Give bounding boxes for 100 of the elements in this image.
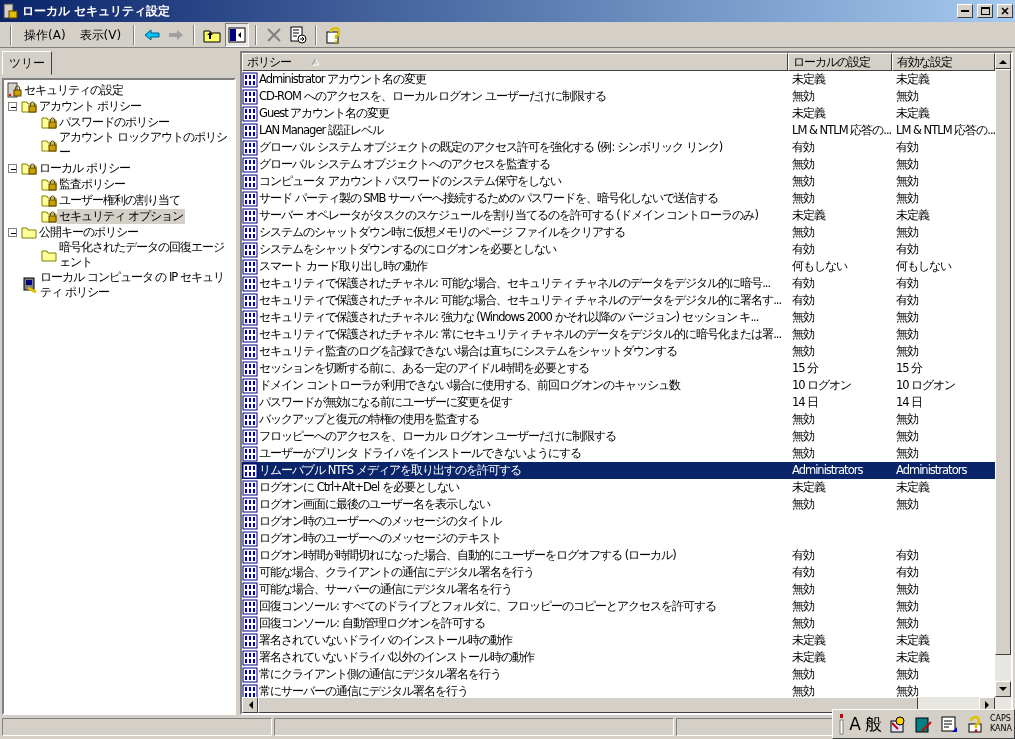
table-row[interactable]: 署名されていないドライバ以外のインストール時の動作 未定義 未定義 [242,649,995,666]
collapse-toggle[interactable] [8,163,17,173]
tree-item[interactable]: ローカル ポリシー [37,160,132,176]
window-title: ローカル セキュリティ設定 [22,3,172,20]
table-row[interactable]: パスワードが無効になる前にユーザーに変更を促す 14 日 14 日 [242,394,995,411]
maximize-button[interactable] [977,4,993,18]
effective-setting: 無効 [896,344,918,358]
table-row[interactable]: サーバー オペレータがタスクのスケジュールを割り当てるのを許可する (ドメイン コントローラのみ) 未定義 未定義 [242,207,995,224]
table-row[interactable]: フロッピーへのアクセスを、ローカル ログオン ユーザーだけに制限する 無効 無効 [242,428,995,445]
policy-name: サーバー オペレータがタスクのスケジュールを割り当てるのを許可する (ドメイン コントローラのみ) [259,207,758,224]
table-row[interactable]: 署名されていないドライバのインストール時の動作 未定義 未定義 [242,632,995,649]
tree-item[interactable]: 公開キーのポリシー [37,224,140,240]
vertical-scrollbar[interactable] [995,53,1011,697]
table-row[interactable]: ログオン時間が時間切れになった場合、自動的にユーザーをログオフする (ローカル) 有効 有効 [242,547,995,564]
table-row[interactable]: バックアップと復元の特権の使用を監査する 無効 無効 [242,411,995,428]
local-setting: 無効 [792,429,814,443]
tree-item[interactable]: パスワードのポリシー [57,114,171,130]
tree-item[interactable]: ローカル コンピュータ の IP セキュリティ ポリシー [38,270,232,300]
table-row[interactable]: ログオンに Ctrl+Alt+Del を必要としない 未定義 未定義 [242,479,995,496]
table-row[interactable]: セキュリティで保護されたチャネル: 可能な場合、セキュリティ チャネルのデータをデジタル的に署名す... 有効 有効 [242,292,995,309]
menu-item[interactable]: 操作(A) [18,24,72,45]
table-row[interactable]: ユーザーがプリンタ ドライバをインストールできないようにする 無効 無効 [242,445,995,462]
minimize-button[interactable] [957,4,973,18]
table-row[interactable]: Administrator アカウント名の変更 未定義 未定義 [242,71,995,88]
folder-icon [41,247,57,263]
collapse-toggle[interactable] [8,227,17,237]
effective-setting: 無効 [896,310,918,324]
table-row[interactable]: システムのシャットダウン時に仮想メモリのページ ファイルをクリアする 無効 無効 [242,224,995,241]
close-button[interactable] [997,4,1013,18]
locked-folder-icon [41,114,57,130]
tree-item[interactable]: アカウント ロックアウトのポリシー [57,130,232,160]
policy-name: パスワードが無効になる前にユーザーに変更を促す [259,394,512,411]
table-row[interactable]: ログオン時のユーザーへのメッセージのタイトル [242,513,995,530]
table-row[interactable]: セキュリティで保護されたチャネル: 強力な (Windows 2000 かそれ以降のバージョン) セッション キ... 無効 無効 [242,309,995,326]
table-row[interactable]: システムをシャットダウンするのにログオンを必要としない 有効 有効 [242,241,995,258]
local-setting: 15 分 [792,361,819,375]
effective-setting: 無効 [896,327,918,341]
table-row[interactable]: ドメイン コントローラが利用できない場合に使用する、前回ログオンのキャッシュ数 10 ログオン 10 ログオン [242,377,995,394]
horizontal-scrollbar[interactable] [242,697,1011,713]
effective-setting: 無効 [896,582,918,596]
table-row[interactable]: ログオン画面に最後のユーザー名を表示しない 無効 無効 [242,496,995,513]
tree-item[interactable]: セキュリティの設定 [22,82,125,98]
policy-name: グローバル システム オブジェクトの既定のアクセス許可を強化する (例: シンボリック リンク) [259,139,723,156]
table-row[interactable]: セッションを切断する前に、ある一定のアイドル時間を必要とする 15 分 15 分 [242,360,995,377]
locked-folder-icon [41,192,57,208]
tree-item[interactable]: 暗号化されたデータの回復エージェント [57,240,232,270]
table-row[interactable]: コンピュータ アカウント パスワードのシステム保守をしない 無効 無効 [242,173,995,190]
input-mode-button[interactable]: A [849,714,861,734]
policy-name: ログオンに Ctrl+Alt+Del を必要としない [259,479,459,496]
tree-item[interactable]: アカウント ポリシー [37,98,143,114]
conversion-mode-button[interactable]: 般 [864,714,882,734]
menu-item[interactable]: 表示(V) [73,24,128,45]
table-row[interactable]: 可能な場合、サーバーの通信にデジタル署名を行う 無効 無効 [242,581,995,598]
table-row[interactable]: サード パーティ製の SMB サーバーへ接続するためのパスワードを、暗号化しないで送信する 無効 無効 [242,190,995,207]
table-row[interactable]: グローバル システム オブジェクトの既定のアクセス許可を強化する (例: シンボリック リンク) 有効 有効 [242,139,995,156]
table-row[interactable]: セキュリティで保護されたチャネル: 常にセキュリティ チャネルのデータをデジタル的に暗号化または署... 無効 無効 [242,326,995,343]
scroll-up-icon [999,58,1007,64]
table-row[interactable]: 回復コンソール: 自動管理ログオンを許可する 無効 無効 [242,615,995,632]
table-row[interactable]: Guest アカウント名の変更 未定義 未定義 [242,105,995,122]
column-header[interactable]: ポリシー [242,53,788,71]
table-row[interactable]: LAN Manager 認証レベル LM & NTLM 応答の... LM & NTLM 応答の... [242,122,995,139]
effective-setting: 未定義 [896,633,929,647]
table-row[interactable]: CD-ROM へのアクセスを、ローカル ログオン ユーザーだけに制限する 無効 無効 [242,88,995,105]
table-row[interactable]: ログオン時のユーザーへのメッセージのテキスト [242,530,995,547]
locked-folder-icon [21,98,37,114]
tree-item[interactable]: ユーザー権利の割り当て [57,192,182,208]
tree-item[interactable]: セキュリティ オプション [57,208,185,224]
local-setting: 無効 [792,412,814,426]
local-setting: 無効 [792,684,814,697]
tree-tab[interactable]: ツリー [2,51,52,75]
panel-toggle-button[interactable] [225,22,250,47]
policy-name: Guest アカウント名の変更 [259,105,390,122]
table-row[interactable]: 可能な場合、クライアントの通信にデジタル署名を行う 有効 有効 [242,564,995,581]
effective-setting: 無効 [896,89,918,103]
policy-name: 可能な場合、サーバーの通信にデジタル署名を行う [259,581,512,598]
effective-setting: 無効 [896,225,918,239]
folder-icon [21,224,37,240]
tree-item[interactable]: 監査ポリシー [57,176,127,192]
table-row[interactable]: セキュリティで保護されたチャネル: 可能な場合、セキュリティ チャネルのデータをデジタル的に暗号... 有効 有効 [242,275,995,292]
table-row[interactable]: 回復コンソール: すべてのドライブとフォルダに、フロッピーのコピーとアクセスを許可する 無効 無効 [242,598,995,615]
table-row[interactable]: セキュリティ監査のログを記録できない場合は直ちにシステムをシャットダウンする 無効 無効 [242,343,995,360]
properties-icon [939,715,958,733]
table-row[interactable]: 常にクライアント側の通信にデジタル署名を行う 無効 無効 [242,666,995,683]
table-row[interactable]: リムーバブル NTFS メディアを取り出すのを許可する Administrators Administrators [242,462,995,479]
caps-indicator: CAPS [989,714,1012,724]
export-list-button[interactable] [287,23,310,46]
column-header[interactable]: ローカルの設定 [788,53,892,71]
effective-setting: 無効 [896,497,918,511]
local-setting: 有効 [792,140,814,154]
security-settings-icon [2,3,18,19]
table-row[interactable]: スマート カード取り出し時の動作 何もしない 何もしない [242,258,995,275]
table-row[interactable]: グローバル システム オブジェクトへのアクセスを監査する 無効 無効 [242,156,995,173]
policy-name: ユーザーがプリンタ ドライバをインストールできないようにする [259,445,581,462]
effective-setting: 未定義 [896,106,929,120]
policy-name: LAN Manager 認証レベル [259,122,383,139]
effective-setting: LM & NTLM 応答の... [896,123,995,137]
scroll-left-icon [247,701,253,709]
policy-name: グローバル システム オブジェクトへのアクセスを監査する [259,156,551,173]
collapse-toggle[interactable] [8,101,17,111]
column-header[interactable]: 有効な設定 [892,53,995,71]
